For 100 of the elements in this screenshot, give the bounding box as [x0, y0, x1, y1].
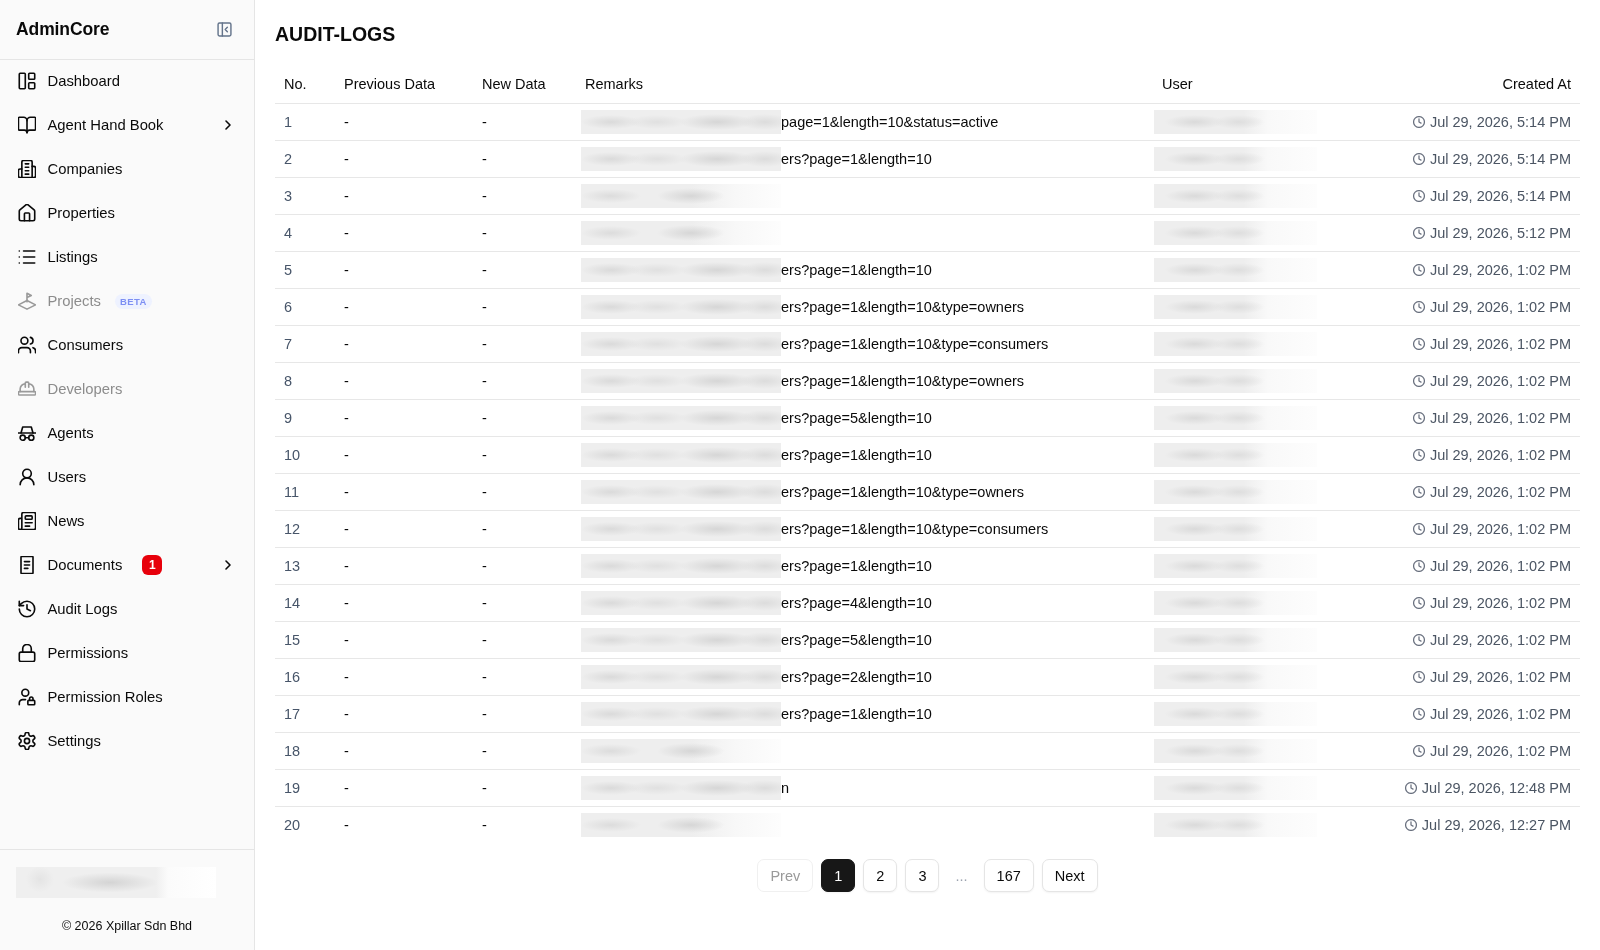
table-cell-text: 1 [283, 114, 294, 130]
page-button[interactable]: 167 [983, 859, 1034, 892]
ellipsis-text: ... [954, 867, 969, 884]
table-cell-text: - [481, 447, 488, 463]
remarks-text: page=1&length=10&status=active [781, 114, 999, 130]
building-icon [17, 160, 36, 178]
sidebar-toggle-icon[interactable] [217, 22, 232, 37]
nav-link[interactable]: Permission Roles [8, 677, 246, 717]
table-cell-text: 12 [283, 521, 302, 537]
table-cell-text: - [343, 447, 350, 463]
remarks-text: ers?page=1&length=10&type=owners [781, 484, 1025, 500]
clock-icon [1404, 782, 1417, 794]
remarks-text: ers?page=1&length=10 [781, 706, 932, 722]
column-header: No. [283, 75, 308, 92]
table-cell-text: - [481, 632, 488, 648]
table-cell-text: - [343, 373, 350, 389]
nav-link[interactable]: Agent Hand Book [8, 105, 246, 145]
remarks-text: ers?page=1&length=10&type=owners [781, 299, 1025, 315]
page-button[interactable]: 1 [821, 859, 856, 892]
table-cell-text: 20 [283, 817, 302, 833]
nav-link[interactable]: Permissions [8, 633, 246, 673]
page-title: AUDIT-LOGS [275, 22, 397, 47]
table-cell-text: - [481, 484, 488, 500]
table-cell-text: - [343, 669, 350, 685]
table-cell-text: 11 [283, 484, 301, 500]
table-cell-text: - [343, 484, 350, 500]
table-cell-text: - [481, 558, 488, 574]
table-cell-text: 10 [283, 447, 302, 463]
timestamp-text: Jul 29, 2026, 1:02 PM [1429, 262, 1571, 278]
table-cell-text: - [343, 817, 350, 833]
timestamp-text: Jul 29, 2026, 1:02 PM [1429, 669, 1571, 685]
table-cell-text: - [481, 336, 488, 352]
nav-link[interactable]: News [8, 501, 246, 541]
timestamp-text: Jul 29, 2026, 5:14 PM [1429, 151, 1571, 167]
settings-icon [17, 732, 36, 750]
timestamp-text: Jul 29, 2026, 1:02 PM [1429, 373, 1571, 389]
table-cell-text: 3 [283, 188, 294, 204]
timestamp-text: Jul 29, 2026, 1:02 PM [1429, 706, 1571, 722]
hard-hat-icon [17, 380, 36, 398]
table-cell-text: 17 [283, 706, 302, 722]
nav-link[interactable]: Consumers [8, 325, 246, 365]
lock-icon [17, 644, 36, 662]
clock-icon [1412, 264, 1425, 276]
clock-icon [1412, 671, 1425, 683]
user-icon [17, 468, 36, 486]
timestamp-text: Jul 29, 2026, 1:02 PM [1429, 447, 1571, 463]
table-cell-text: - [481, 299, 488, 315]
table-cell-text: - [481, 780, 488, 796]
remarks-text: ers?page=4&length=10 [781, 595, 932, 611]
clock-icon [1412, 153, 1425, 165]
table-cell-text: - [343, 558, 350, 574]
clock-icon [1412, 338, 1425, 350]
nav-link[interactable]: Agents [8, 413, 246, 453]
table-cell-text: 2 [283, 151, 294, 167]
page-button[interactable]: 3 [905, 859, 940, 892]
house-icon [17, 204, 36, 222]
timestamp-text: Jul 29, 2026, 1:02 PM [1429, 743, 1571, 759]
document-icon [17, 556, 36, 574]
nav-link[interactable]: Users [8, 457, 246, 497]
remarks-text: ers?page=2&length=10 [781, 669, 932, 685]
remarks-text: ers?page=1&length=10&type=consumers [781, 336, 1049, 352]
users-icon [17, 336, 36, 354]
newspaper-icon [17, 512, 36, 530]
nav-link[interactable]: Listings [8, 237, 246, 277]
timestamp-text: Jul 29, 2026, 5:12 PM [1429, 225, 1571, 241]
timestamp-text: Jul 29, 2026, 1:02 PM [1429, 521, 1571, 537]
table-cell-text: 5 [283, 262, 294, 278]
table-cell-text: - [343, 780, 350, 796]
page-button[interactable]: 2 [863, 859, 898, 892]
table-cell-text: - [481, 262, 488, 278]
table-cell-text: - [481, 595, 488, 611]
table-cell-text: - [481, 521, 488, 537]
next-button[interactable]: Next [1041, 859, 1098, 892]
hat-glasses-icon [17, 424, 36, 442]
remarks-text: ers?page=1&length=10 [781, 447, 932, 463]
nav-link[interactable]: Documents 1 [8, 545, 246, 585]
table-cell-text: - [343, 410, 350, 426]
column-header: Previous Data [343, 75, 437, 92]
remarks-text: n [781, 780, 790, 796]
table-cell-text: 4 [283, 225, 294, 241]
table-cell-text: - [481, 743, 488, 759]
table-cell-text: 8 [283, 373, 294, 389]
nav-link[interactable]: Audit Logs [8, 589, 246, 629]
remarks-text: ers?page=1&length=10&type=consumers [781, 521, 1049, 537]
clock-icon [1412, 116, 1425, 128]
nav-link[interactable]: Settings [8, 721, 246, 761]
layout-icon [17, 72, 36, 90]
table-cell-text: - [481, 114, 488, 130]
count-badge: 1 [142, 555, 163, 575]
table-cell-text: 14 [283, 595, 302, 611]
clock-icon [1412, 597, 1425, 609]
table-cell-text: - [481, 225, 488, 241]
app-title: AdminCore [16, 19, 110, 40]
table-cell-text: 13 [283, 558, 302, 574]
timestamp-text: Jul 29, 2026, 1:02 PM [1429, 299, 1571, 315]
nav-link[interactable]: Properties [8, 193, 246, 233]
timestamp-text: Jul 29, 2026, 1:02 PM [1429, 336, 1571, 352]
clock-icon [1412, 449, 1425, 461]
nav-link[interactable]: Companies [8, 149, 246, 189]
nav-link[interactable]: Dashboard [8, 61, 246, 101]
